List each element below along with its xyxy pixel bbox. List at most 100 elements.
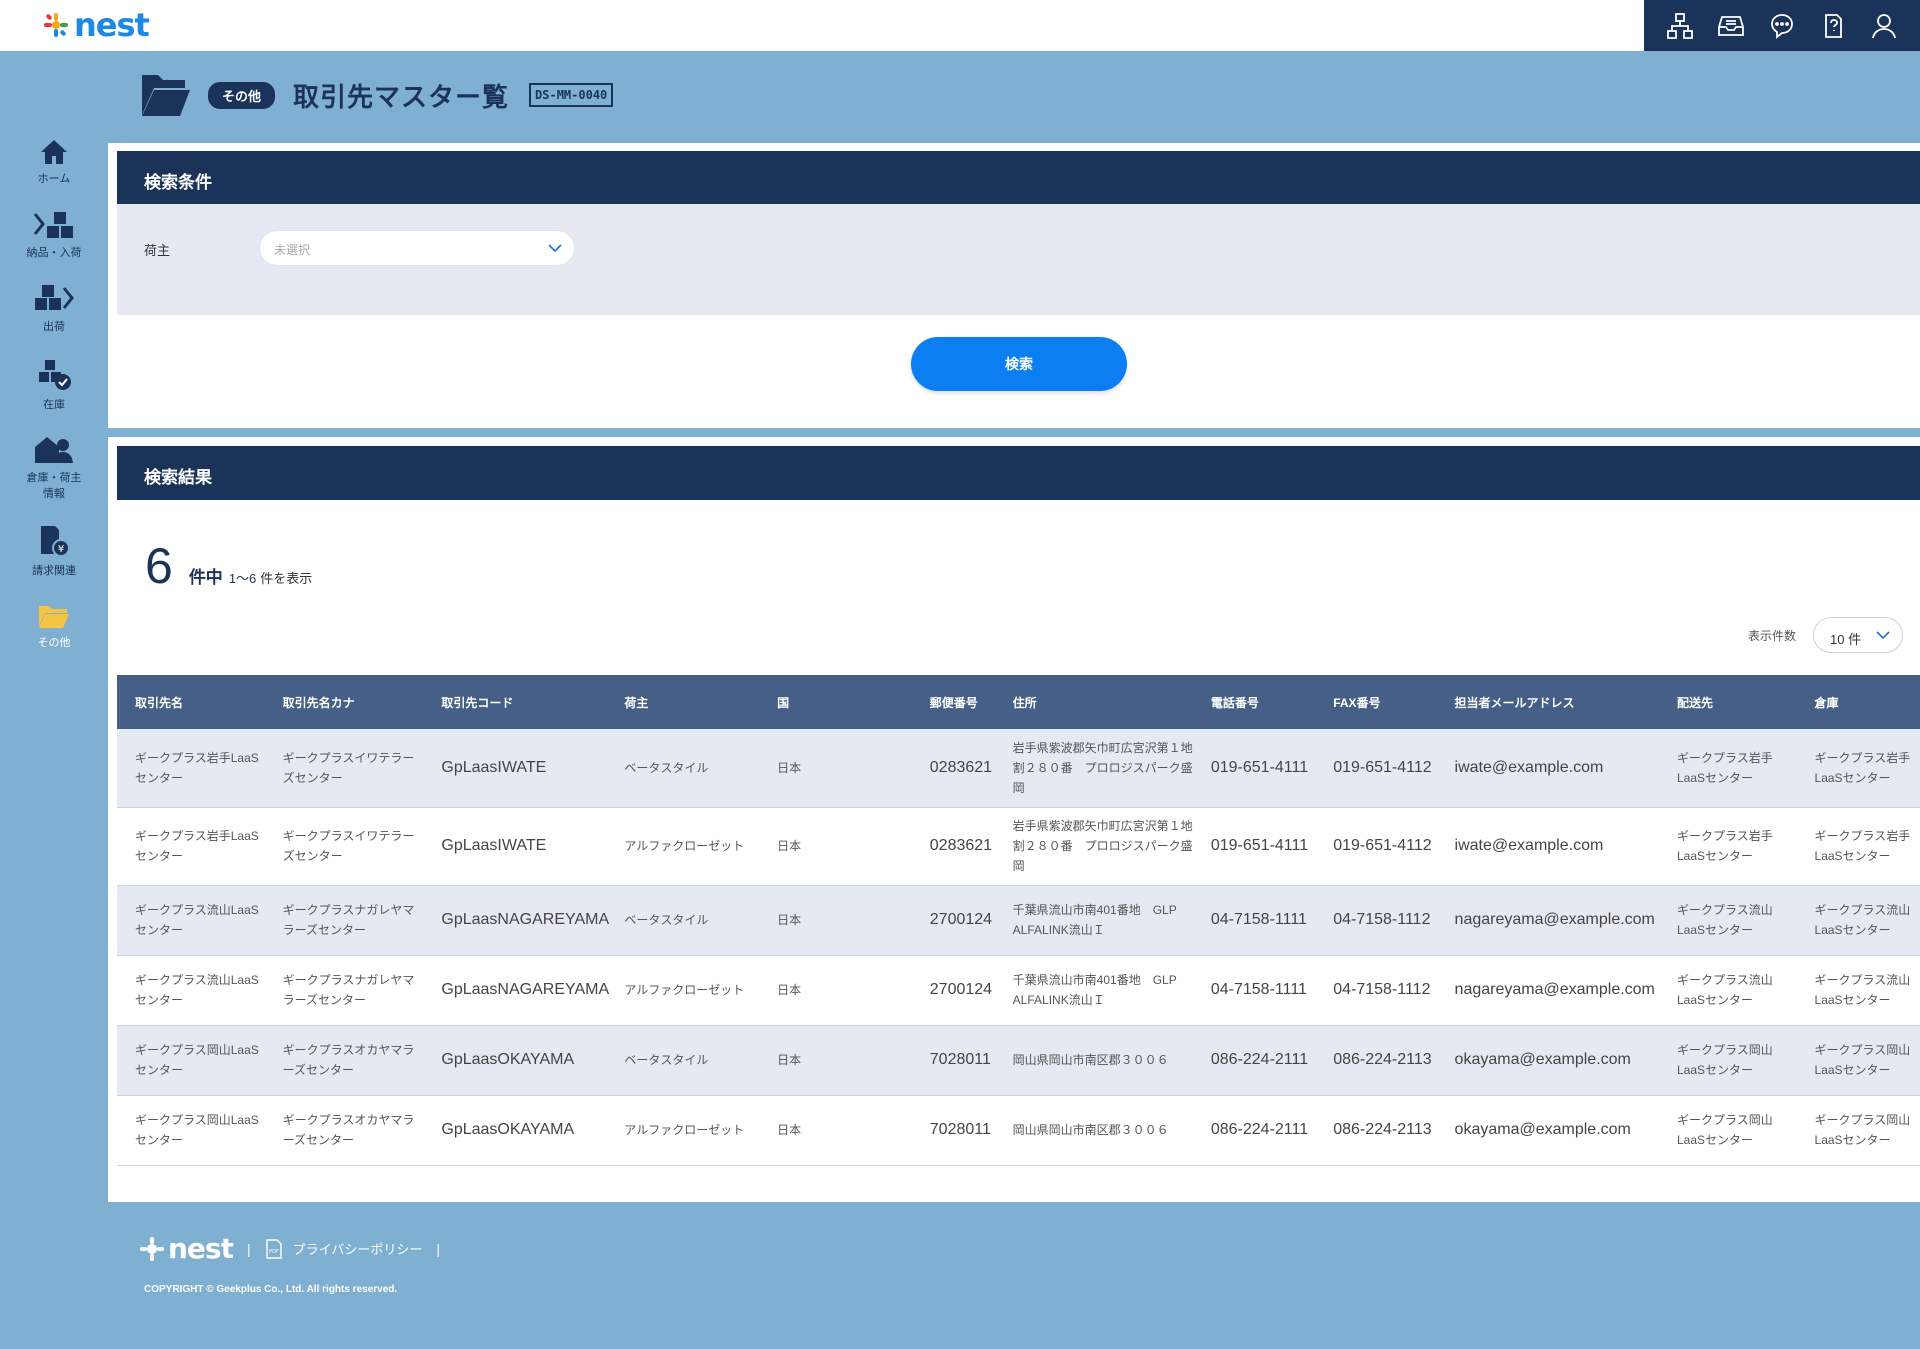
row-warehouse: ギークプラス岡山LaaSセンター: [1796, 1025, 1920, 1096]
table-header-row: 取引先名 取引先名カナ 取引先コード 荷主 国 郵便番号 住所 電話番号 FAX…: [117, 675, 1920, 729]
privacy-policy-link[interactable]: PDF プライバシーポリシー: [265, 1238, 423, 1259]
column-header[interactable]: 住所: [994, 675, 1193, 729]
column-header[interactable]: 担当者メールアドレス: [1436, 675, 1659, 729]
column-header[interactable]: 取引先名: [117, 675, 265, 729]
column-header[interactable]: 取引先名カナ: [264, 675, 424, 729]
privacy-policy-label: プライバシーポリシー: [292, 1242, 423, 1257]
sidebar-item-home[interactable]: ホーム: [0, 138, 108, 186]
result-count-number: 6: [145, 538, 173, 594]
row-name: ギークプラス岩手LaaSセンター: [117, 729, 265, 808]
row-fax: 019-651-4112: [1315, 807, 1437, 886]
search-panel: 検索条件 荷主 未選択 検索: [108, 143, 1920, 428]
sidebar-item-billing[interactable]: ¥ 請求関連: [0, 524, 108, 578]
row-shipper: ベータスタイル: [606, 885, 760, 956]
chat-icon[interactable]: [1765, 9, 1799, 43]
chevron-down-icon: [548, 244, 562, 253]
results-panel: 検索結果 6 件中 1～6 件を表示 表示件数 10 件 取引先名 取引先名カナ…: [108, 437, 1920, 1202]
help-icon[interactable]: [1816, 9, 1850, 43]
footer: nest | PDF プライバシーポリシー |: [140, 1232, 454, 1265]
sidebar-item-outbound[interactable]: 出荷: [0, 284, 108, 334]
page-header: その他 取引先マスター覧 DS-MM-0040: [140, 70, 614, 120]
row-fax: 04-7158-1112: [1315, 885, 1437, 956]
row-zip: 7028011: [911, 1025, 995, 1096]
sidebar-item-label: 倉庫・荷主: [26, 472, 82, 484]
shipper-select-placeholder: 未選択: [274, 243, 311, 257]
warehouse-people-icon: [35, 437, 73, 463]
column-header[interactable]: 倉庫: [1796, 675, 1920, 729]
sidebar-item-stock[interactable]: 在庫: [0, 356, 108, 412]
svg-text:¥: ¥: [58, 544, 64, 555]
sidebar-item-warehouse[interactable]: 倉庫・荷主 情報: [0, 433, 108, 501]
row-country: 日本: [759, 729, 912, 808]
table-row[interactable]: ギークプラス流山LaaSセンター ギークプラスナガレヤマラーズセンター GpLaas…: [117, 955, 1920, 1026]
nest-logo-icon: [44, 13, 68, 37]
inbox-icon[interactable]: [1714, 9, 1748, 43]
pdf-icon: PDF: [265, 1238, 282, 1259]
row-zip: 0283621: [911, 807, 995, 886]
row-name: ギークプラス岡山LaaSセンター: [117, 1095, 265, 1166]
table-row[interactable]: ギークプラス岩手LaaSセンター ギークプラスイワテラーズセンター GpLaasIW…: [117, 729, 1920, 808]
row-warehouse: ギークプラス流山LaaSセンター: [1796, 955, 1920, 1026]
table-row[interactable]: ギークプラス岡山LaaSセンター ギークプラスオカヤマラーズセンター GpLaasO…: [117, 1095, 1920, 1166]
shipper-select[interactable]: 未選択: [259, 230, 575, 266]
user-icon[interactable]: [1867, 9, 1901, 43]
row-name: ギークプラス流山LaaSセンター: [117, 885, 265, 956]
row-address: 千葉県流山市南401番地 GLP ALFALINK流山Ｉ: [994, 955, 1193, 1026]
row-name: ギークプラス岡山LaaSセンター: [117, 1025, 265, 1096]
column-header[interactable]: 電話番号: [1192, 675, 1316, 729]
table-row[interactable]: ギークプラス岡山LaaSセンター ギークプラスオカヤマラーズセンター GpLaasO…: [117, 1025, 1920, 1096]
row-address: 岡山県岡山市南区郡３００６: [994, 1025, 1193, 1096]
sidebar-item-inbound[interactable]: 納品・入荷: [0, 210, 108, 260]
row-code: GpLaasNAGAREYAMA: [423, 955, 609, 1026]
row-kana: ギークプラスイワテラーズセンター: [264, 729, 424, 808]
result-count: 6 件中 1～6 件を表示: [145, 537, 312, 595]
row-zip: 7028011: [911, 1095, 995, 1166]
row-tel: 019-651-4111: [1192, 807, 1316, 886]
search-body: 荷主 未選択: [117, 204, 1920, 315]
result-range: 1～6: [228, 571, 257, 586]
table-row[interactable]: ギークプラス流山LaaSセンター ギークプラスナガレヤマラーズセンター GpLaas…: [117, 885, 1920, 956]
row-dest: ギークプラス岩手LaaSセンター: [1659, 807, 1797, 886]
results-panel-header: 検索結果: [117, 446, 1920, 500]
footer-separator: |: [436, 1240, 441, 1257]
row-tel: 086-224-2111: [1192, 1025, 1316, 1096]
sitemap-icon[interactable]: [1663, 9, 1697, 43]
row-kana: ギークプラスナガレヤマラーズセンター: [264, 885, 424, 956]
search-button[interactable]: 検索: [911, 337, 1127, 391]
nest-logo[interactable]: nest: [42, 6, 150, 44]
row-email: iwate@example.com: [1436, 729, 1659, 808]
row-fax: 04-7158-1112: [1315, 955, 1437, 1026]
sidebar-item-label: 請求関連: [32, 565, 76, 577]
column-header[interactable]: 郵便番号: [911, 675, 995, 729]
screen-code: DS-MM-0040: [529, 83, 614, 107]
row-email: okayama@example.com: [1436, 1095, 1659, 1166]
row-email: okayama@example.com: [1436, 1025, 1659, 1096]
footer-logo-text[interactable]: nest: [168, 1232, 234, 1265]
column-header[interactable]: FAX番号: [1315, 675, 1437, 729]
row-country: 日本: [759, 955, 912, 1026]
inbound-boxes-icon: [33, 212, 73, 238]
row-kana: ギークプラスイワテラーズセンター: [264, 807, 424, 886]
row-name: ギークプラス岩手LaaSセンター: [117, 807, 265, 886]
row-fax: 086-224-2113: [1315, 1095, 1437, 1166]
row-zip: 2700124: [911, 955, 995, 1026]
row-dest: ギークプラス岩手LaaSセンター: [1659, 729, 1797, 808]
copyright: COPYRIGHT © Geekplus Co., Ltd. All right…: [144, 1284, 398, 1295]
row-kana: ギークプラスオカヤマラーズセンター: [264, 1025, 424, 1096]
result-count-unit: 件中: [188, 568, 223, 587]
page-title: 取引先マスター覧: [293, 81, 510, 112]
column-header[interactable]: 配送先: [1659, 675, 1797, 729]
perpage-select[interactable]: 10 件: [1813, 617, 1903, 653]
column-header[interactable]: 国: [759, 675, 912, 729]
sidebar-item-other[interactable]: その他: [0, 602, 108, 650]
home-icon: [41, 140, 67, 164]
column-header[interactable]: 荷主: [606, 675, 760, 729]
row-shipper: ベータスタイル: [606, 1025, 760, 1096]
row-tel: 04-7158-1111: [1192, 955, 1316, 1026]
row-warehouse: ギークプラス岩手LaaSセンター: [1796, 729, 1920, 808]
table-row[interactable]: ギークプラス岩手LaaSセンター ギークプラスイワテラーズセンター GpLaasIW…: [117, 807, 1920, 886]
row-tel: 019-651-4111: [1192, 729, 1316, 808]
results-table: 取引先名 取引先名カナ 取引先コード 荷主 国 郵便番号 住所 電話番号 FAX…: [117, 675, 1920, 1166]
sidebar-item-label: その他: [37, 637, 71, 649]
column-header[interactable]: 取引先コード: [423, 675, 607, 729]
